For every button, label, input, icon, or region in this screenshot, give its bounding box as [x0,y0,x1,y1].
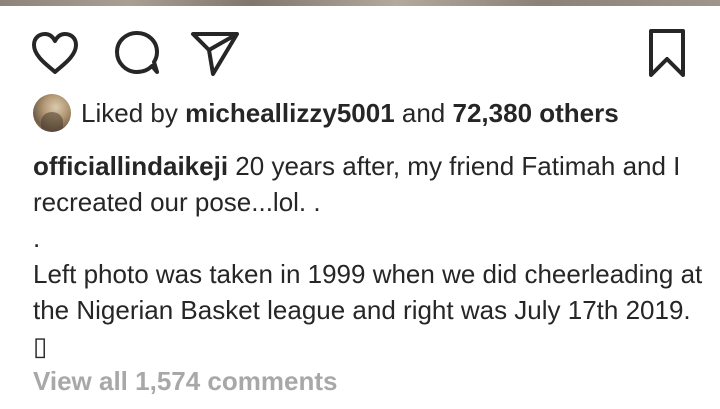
comment-icon [115,31,159,74]
share-icon [191,32,239,76]
avatar[interactable] [33,94,71,132]
caption-author-username[interactable]: officiallindaikeji [33,151,228,181]
caption-second-paragraph: Left photo was taken in 1999 when we did… [33,259,703,361]
post-image-bottom-edge [0,0,720,6]
liked-by-username[interactable]: micheallizzy5001 [185,98,395,129]
comment-button[interactable] [110,26,164,80]
likes-count[interactable]: 72,380 others [453,98,619,129]
likes-summary: Liked by micheallizzy5001 and 72,380 oth… [33,93,619,133]
heart-icon [32,32,78,74]
like-button[interactable] [28,26,82,80]
share-button[interactable] [188,26,242,80]
likes-prefix: Liked by [81,97,178,128]
post-actions-bar [0,26,720,82]
view-all-comments-link[interactable]: View all 1,574 comments [33,366,337,397]
save-button[interactable] [640,26,694,80]
caption-first-paragraph: officiallindaikeji 20 years after, my fr… [33,148,703,220]
bookmark-icon [649,29,685,77]
post-caption: officiallindaikeji 20 years after, my fr… [33,148,703,364]
caption-dot-line: . [33,223,41,253]
likes-connector: and [401,97,446,128]
